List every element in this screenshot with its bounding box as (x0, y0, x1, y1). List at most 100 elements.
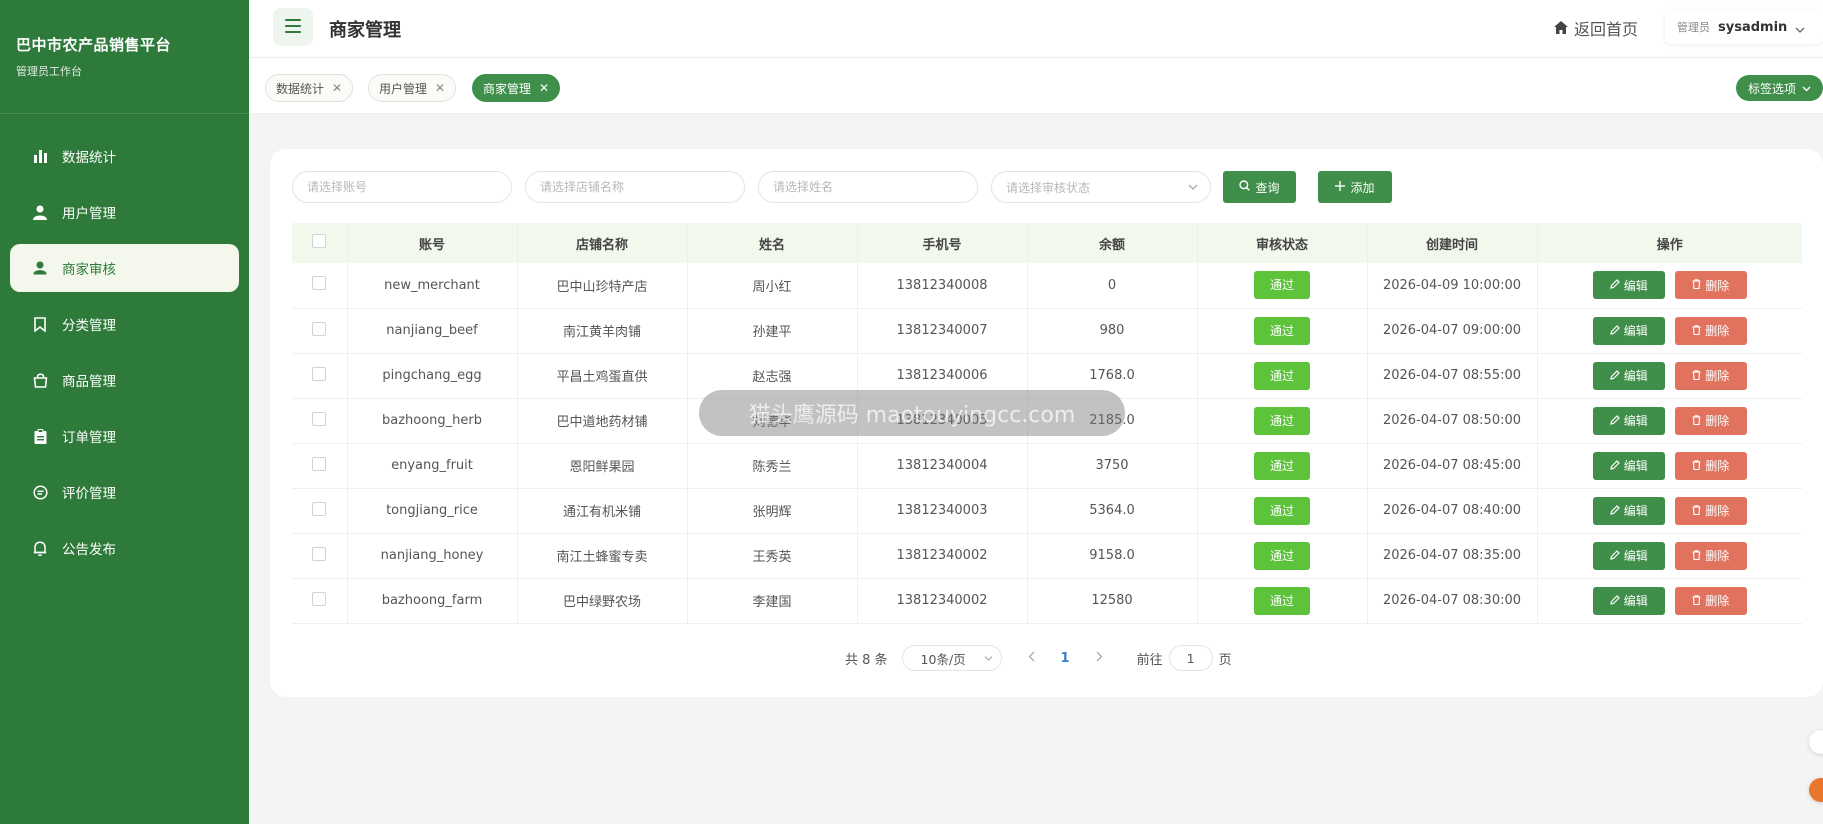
column-header[interactable]: 姓名 (687, 223, 858, 263)
delete-button[interactable]: 删除 (1674, 541, 1747, 570)
sidebar-item-categories[interactable]: 分类管理 (10, 300, 239, 348)
edit-button[interactable]: 编辑 (1592, 496, 1665, 525)
status-badge[interactable]: 通过 (1254, 586, 1310, 615)
balance-cell: 9158.0 (1027, 533, 1198, 579)
close-icon[interactable]: ✕ (435, 81, 445, 95)
account-cell: nanjiang_honey (347, 533, 518, 579)
column-header[interactable]: 余额 (1027, 223, 1198, 263)
status-badge[interactable]: 通过 (1254, 316, 1310, 345)
name-search-input[interactable] (758, 171, 978, 203)
user-menu[interactable]: 管理员 sysadmin (1665, 10, 1823, 44)
table-row[interactable]: enyang_fruit 恩阳鲜果园 陈秀兰 13812340004 3750 通过 202… (292, 443, 1802, 489)
user-icon (32, 204, 48, 220)
edit-button-label: 编辑 (1623, 369, 1648, 383)
menu-toggle-button[interactable] (273, 8, 313, 46)
audit-status-cell: 通过 (1197, 353, 1368, 399)
column-header[interactable]: 店铺名称 (517, 223, 688, 263)
audit-status-select[interactable]: 请选择审核状态 (991, 171, 1211, 203)
delete-button[interactable]: 删除 (1674, 451, 1747, 480)
sidebar-item-merchant-audit[interactable]: 商家审核 (10, 244, 239, 292)
table-row[interactable]: bazhoong_farm 巴中绿野农场 李建国 13812340002 12580 通过… (292, 578, 1802, 624)
delete-button[interactable]: 删除 (1674, 496, 1747, 525)
row-checkbox[interactable] (312, 456, 327, 471)
trash-icon (1692, 594, 1701, 608)
account-cell: pingchang_egg (347, 353, 518, 399)
row-select-cell (292, 443, 348, 489)
row-select-cell (292, 533, 348, 579)
column-header[interactable]: 审核状态 (1197, 223, 1368, 263)
edit-button[interactable]: 编辑 (1592, 541, 1665, 570)
row-checkbox[interactable] (312, 411, 327, 426)
row-checkbox[interactable] (312, 591, 327, 606)
table-row[interactable]: nanjiang_honey 南江土蜂蜜专卖 王秀英 13812340002 9158.… (292, 533, 1802, 579)
row-checkbox[interactable] (312, 546, 327, 561)
row-checkbox[interactable] (312, 501, 327, 516)
delete-button[interactable]: 删除 (1674, 586, 1747, 615)
close-icon[interactable]: ✕ (539, 81, 549, 95)
page-size-select[interactable]: 10条/页 (901, 645, 1002, 671)
next-page-button[interactable] (1096, 651, 1103, 666)
delete-button[interactable]: 删除 (1674, 271, 1747, 300)
column-header[interactable]: 手机号 (857, 223, 1028, 263)
select-all-checkbox[interactable] (312, 234, 327, 248)
table-row[interactable]: nanjiang_beef 南江黄羊肉铺 孙建平 13812340007 980 通过 20… (292, 308, 1802, 354)
account-search-input[interactable] (292, 171, 512, 203)
tab-users[interactable]: 用户管理 ✕ (368, 74, 457, 102)
sidebar-item-users[interactable]: 用户管理 (10, 188, 239, 236)
edit-button[interactable]: 编辑 (1592, 271, 1665, 300)
sidebar-item-announcements[interactable]: 公告发布 (10, 524, 239, 572)
balance-cell: 12580 (1027, 578, 1198, 624)
home-link[interactable]: 返回首页 (1553, 16, 1638, 40)
trash-icon (1692, 369, 1701, 383)
phone-cell: 13812340008 (857, 263, 1028, 309)
status-badge[interactable]: 通过 (1254, 496, 1310, 525)
sidebar-item-orders[interactable]: 订单管理 (10, 412, 239, 460)
status-badge[interactable]: 通过 (1254, 361, 1310, 390)
pagination: 共 8 条 10条/页 1 前往 页 (845, 645, 1232, 671)
edit-button[interactable]: 编辑 (1592, 406, 1665, 435)
row-checkbox[interactable] (312, 276, 327, 291)
status-badge[interactable]: 通过 (1254, 451, 1310, 480)
tab-stats[interactable]: 数据统计 ✕ (265, 74, 354, 102)
edit-button[interactable]: 编辑 (1592, 451, 1665, 480)
status-badge[interactable]: 通过 (1254, 271, 1310, 300)
table-row[interactable]: new_merchant 巴中山珍特产店 周小红 13812340008 0 通过 2026… (292, 263, 1802, 309)
delete-button[interactable]: 删除 (1674, 316, 1747, 345)
edit-button[interactable]: 编辑 (1592, 586, 1665, 615)
row-checkbox[interactable] (312, 366, 327, 381)
sidebar-item-label: 评价管理 (62, 486, 116, 502)
column-header[interactable]: 创建时间 (1367, 223, 1538, 263)
sidebar-item-stats[interactable]: 数据统计 (10, 132, 239, 180)
floating-widget-orange[interactable] (1809, 778, 1823, 802)
goto-page-input[interactable] (1168, 645, 1213, 671)
tab-options-button[interactable]: 标签选项 (1735, 75, 1823, 101)
balance-cell: 980 (1027, 308, 1198, 354)
bell-icon (32, 540, 48, 556)
created-time-cell: 2026-04-07 08:55:00 (1367, 353, 1538, 399)
shop-name-search-input[interactable] (525, 171, 745, 203)
tab-options-label: 标签选项 (1747, 81, 1796, 96)
table-row[interactable]: tongjiang_rice 通江有机米铺 张明辉 13812340003 5364.0… (292, 488, 1802, 534)
sidebar-item-products[interactable]: 商品管理 (10, 356, 239, 404)
delete-button[interactable]: 删除 (1674, 406, 1747, 435)
add-button[interactable]: 添加 (1318, 171, 1392, 203)
sidebar-item-reviews[interactable]: 评价管理 (10, 468, 239, 516)
query-button[interactable]: 查询 (1223, 171, 1296, 203)
status-badge[interactable]: 通过 (1254, 406, 1310, 435)
plus-icon (1335, 180, 1346, 194)
shop-name-cell: 通江有机米铺 (517, 488, 688, 534)
column-header[interactable]: 账号 (347, 223, 518, 263)
row-checkbox[interactable] (312, 321, 327, 336)
edit-button[interactable]: 编辑 (1592, 361, 1665, 390)
prev-page-button[interactable] (1028, 651, 1035, 666)
floating-widget[interactable] (1809, 730, 1823, 754)
status-badge[interactable]: 通过 (1254, 541, 1310, 570)
close-icon[interactable]: ✕ (332, 81, 342, 95)
edit-button[interactable]: 编辑 (1592, 316, 1665, 345)
delete-button[interactable]: 删除 (1674, 361, 1747, 390)
edit-button-label: 编辑 (1623, 504, 1648, 518)
tab-merchants[interactable]: 商家管理 ✕ (472, 74, 561, 102)
brand-subtitle: 管理员工作台 (16, 65, 82, 78)
current-page[interactable]: 1 (1061, 651, 1070, 666)
column-header: 操作 (1537, 223, 1802, 263)
